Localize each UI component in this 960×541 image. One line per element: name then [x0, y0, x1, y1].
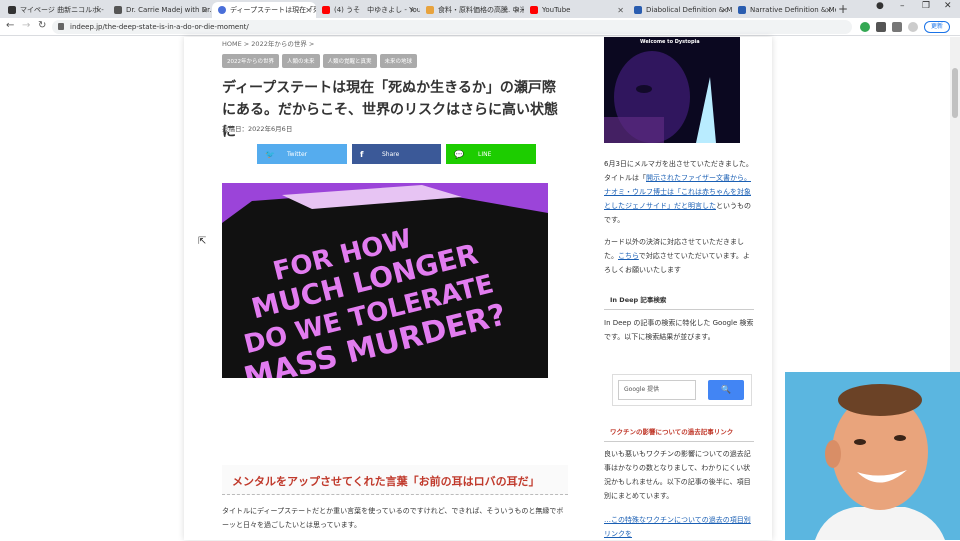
share-label: Share [382, 150, 400, 158]
close-icon[interactable]: ✕ [617, 6, 624, 15]
profile-avatar-icon[interactable] [908, 22, 918, 32]
address-bar[interactable]: indeep.jp/the-deep-state-is-in-a-do-or-d… [52, 20, 852, 34]
webcam-overlay [785, 372, 960, 540]
sidebar-banner-image[interactable]: Welcome to Dystopia [604, 37, 740, 143]
tab-label: ディープステートは現在「死ぬか [230, 6, 316, 14]
page-content: HOME > 2022年からの世界 > 2022年からの世界 人類の未来 人類の… [184, 37, 772, 540]
tab-favicon-icon [634, 6, 642, 14]
vaccine-links-link-wrap: …この特殊なワクチンについての過去の項目別リンクを [604, 513, 754, 541]
payment-link[interactable]: こちら [618, 252, 639, 260]
search-button[interactable]: 🔍 [708, 380, 744, 400]
extension-icon[interactable] [860, 22, 870, 32]
vaccine-links-heading: ワクチンの影響についての過去記事リンク [604, 422, 754, 442]
restore-icon[interactable]: ❐ [922, 1, 930, 11]
tag-chip[interactable]: 人類の覚醒と真実 [322, 54, 377, 68]
sidebar-newsletter-text: 6月3日にメルマガを出させていただきました。タイトルは「開示されたファイザー文書… [604, 157, 754, 227]
search-widget-heading: In Deep 記事検索 [604, 290, 754, 310]
close-icon[interactable]: ✕ [305, 6, 312, 15]
browser-tab[interactable]: Narrative Definition & Me ✕ [732, 2, 836, 18]
tag-chip[interactable]: 人類の未来 [282, 54, 320, 68]
scrollbar-thumb[interactable] [952, 68, 958, 118]
record-icon[interactable]: ● [876, 1, 884, 11]
section-heading-text: メンタルをアップさせてくれた言葉「お前の耳はロバの耳だ」 [232, 475, 540, 488]
tab-favicon-icon [426, 6, 434, 14]
browser-tab[interactable]: Dr. Carrie Madej with Dr. A ✕ [108, 2, 212, 18]
tab-label: Narrative Definition & Me [750, 6, 836, 14]
tab-favicon-icon [8, 6, 16, 14]
line-icon: 💬 [454, 149, 464, 159]
url-text: indeep.jp/the-deep-state-is-in-a-do-or-d… [70, 23, 249, 31]
hero-image: FOR HOW MUCH LONGER DO WE TOLERATE MASS … [222, 183, 548, 378]
forward-icon[interactable]: → [22, 20, 30, 31]
media-icon[interactable] [892, 22, 902, 32]
section-heading: メンタルをアップさせてくれた言葉「お前の耳はロバの耳だ」 [222, 465, 568, 495]
search-widget-desc: In Deep の記事の検索に特化した Google 検索です。以下に検索結果が… [604, 319, 754, 341]
twitter-icon: 🐦 [265, 149, 275, 159]
browser-tab[interactable]: マイページ 曲新ニコルポ - ニコ✕ [2, 2, 106, 18]
browser-tab[interactable]: 食料・原料価格の高騰. 中米 ✕ [420, 2, 524, 18]
browser-tab[interactable]: Diabolical Definition & Me ✕ [628, 2, 732, 18]
close-icon[interactable]: ✕ [721, 6, 728, 15]
twitter-share-button[interactable]: 🐦 Twitter [257, 144, 347, 164]
presenter-face-illustration [785, 372, 960, 540]
browser-tab-active[interactable]: ディープステートは現在「死ぬか✕ [212, 2, 316, 18]
browser-tab[interactable]: (4) うそ 中ゆきよし - YouTu ✕ [316, 2, 420, 18]
google-search-box: Google 提供 🔍 [612, 374, 752, 406]
minimize-icon[interactable]: – [900, 1, 905, 11]
update-button[interactable]: 更新 [924, 21, 950, 33]
tab-favicon-icon [114, 6, 122, 14]
youtube-icon [322, 6, 330, 14]
tag-list: 2022年からの世界 人類の未来 人類の覚醒と真実 未来の地球 [222, 54, 418, 68]
youtube-icon [530, 6, 538, 14]
tag-chip[interactable]: 未来の地球 [379, 54, 418, 68]
toolbar: ← → ↻ indeep.jp/the-deep-state-is-in-a-d… [0, 18, 960, 36]
article-title: ディープステートは現在「死ぬか生きるか」の瀬戸際にある。だからこそ、世界のリスク… [222, 80, 558, 140]
protest-sign-illustration: FOR HOW MUCH LONGER DO WE TOLERATE MASS … [222, 183, 548, 378]
tab-label: (4) うそ 中ゆきよし - YouTu [334, 6, 420, 14]
line-share-button[interactable]: 💬 LINE [446, 144, 536, 164]
share-label: Twitter [287, 150, 308, 158]
tab-label: 食料・原料価格の高騰. 中米 [438, 6, 524, 14]
tab-label: Diabolical Definition & Me [646, 6, 732, 14]
sidebar-payment-text: カード以外の決済に対応させていただきました。こちらで対応させていただいています。… [604, 235, 754, 277]
breadcrumb[interactable]: HOME > 2022年からの世界 > [222, 38, 314, 48]
close-icon[interactable]: ✕ [201, 6, 208, 15]
tab-label: YouTube [542, 6, 571, 14]
tab-favicon-icon [218, 6, 226, 14]
dystopia-face-illustration [604, 37, 740, 143]
lock-icon [58, 23, 64, 30]
tab-strip: マイページ 曲新ニコルポ - ニコ✕ Dr. Carrie Madej with… [0, 0, 960, 18]
reload-icon[interactable]: ↻ [38, 20, 46, 31]
close-icon[interactable]: ✕ [95, 6, 102, 15]
close-icon[interactable]: ✕ [825, 6, 832, 15]
back-icon[interactable]: ← [6, 20, 14, 31]
mouse-cursor-icon: ⇱ [198, 236, 207, 247]
vaccine-links-link[interactable]: …この特殊なワクチンについての過去の項目別リンクを [604, 516, 751, 538]
facebook-share-button[interactable]: f Share [352, 144, 441, 164]
post-date: 投稿日：2022年6月6日 [222, 125, 293, 133]
new-tab-icon[interactable]: + [838, 2, 848, 16]
vaccine-links-desc: 良いも悪いもワクチンの影響についての過去記事はかなりの数となりまして、わかりにく… [604, 450, 751, 500]
tag-chip[interactable]: 2022年からの世界 [222, 54, 279, 68]
close-window-icon[interactable]: ✕ [944, 1, 952, 11]
article-body: タイトルにディープステートだとか重い言葉を使っているのですけれど、できれば、そう… [222, 507, 564, 529]
facebook-icon: f [360, 149, 364, 159]
share-label: LINE [478, 150, 492, 158]
banner-caption: Welcome to Dystopia [640, 39, 700, 45]
browser-tab[interactable]: YouTube ✕ [524, 2, 628, 18]
tab-label: Dr. Carrie Madej with Dr. A [126, 6, 212, 14]
tab-favicon-icon [738, 6, 746, 14]
close-icon[interactable]: ✕ [409, 6, 416, 15]
close-icon[interactable]: ✕ [513, 6, 520, 15]
tab-label: マイページ 曲新ニコルポ - ニコ [20, 6, 106, 14]
search-input[interactable]: Google 提供 [618, 380, 696, 400]
puzzle-icon[interactable] [876, 22, 886, 32]
